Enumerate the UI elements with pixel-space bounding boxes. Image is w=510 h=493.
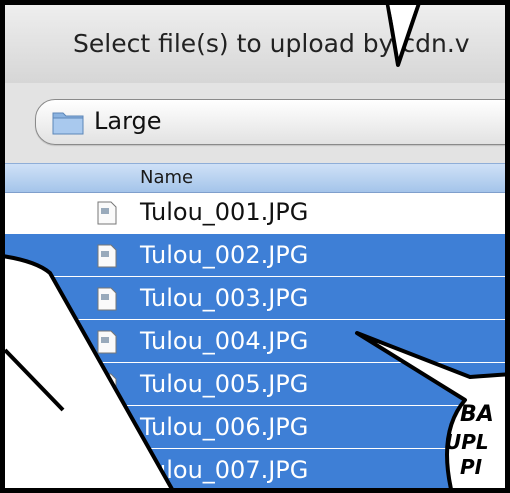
file-icon	[97, 201, 117, 225]
file-row[interactable]: Tulou_006.JPG	[5, 406, 505, 449]
file-icon	[97, 373, 117, 397]
file-name: Tulou_001.JPG	[140, 198, 309, 226]
file-icon	[97, 287, 117, 311]
comic-panel: Select file(s) to upload by cdn.v Large …	[0, 0, 510, 493]
caption-line: UPL	[445, 430, 489, 454]
file-row[interactable]: Tulou_003.JPG	[5, 277, 505, 320]
file-name: Tulou_006.JPG	[140, 413, 309, 441]
caption-line: PI	[460, 455, 483, 479]
file-row[interactable]: Tulou_001.JPG	[5, 191, 505, 234]
caption-line: BA	[460, 402, 494, 427]
path-bar: Large	[5, 83, 505, 163]
file-name: Tulou_004.JPG	[140, 327, 309, 355]
file-icon	[97, 416, 117, 440]
dialog-title: Select file(s) to upload by cdn.v	[73, 29, 470, 58]
comic-caption: BA	[460, 403, 494, 427]
column-header-label: Name	[140, 167, 194, 188]
folder-icon	[52, 112, 84, 135]
file-row[interactable]: Tulou_002.JPG	[5, 234, 505, 277]
file-row[interactable]: Tulou_005.JPG	[5, 363, 505, 406]
window-titlebar: Select file(s) to upload by cdn.v	[5, 5, 505, 84]
comic-caption: PI	[460, 455, 482, 479]
file-icon	[97, 244, 117, 268]
file-name: Tulou_003.JPG	[140, 284, 309, 312]
file-name: Tulou_002.JPG	[140, 241, 309, 269]
location-popup-button[interactable]: Large	[35, 99, 505, 145]
file-row[interactable]: Tulou_007.JPG	[5, 449, 505, 488]
file-icon	[97, 459, 117, 483]
file-list: Tulou_001.JPG Tulou_002.JPG Tulou_003.JP…	[5, 191, 505, 488]
file-name: Tulou_005.JPG	[140, 370, 309, 398]
location-label: Large	[94, 107, 162, 135]
file-icon	[97, 330, 117, 354]
file-name: Tulou_007.JPG	[140, 456, 309, 484]
column-header-name[interactable]: Name	[5, 163, 505, 193]
file-row[interactable]: Tulou_004.JPG	[5, 320, 505, 363]
comic-caption: UPL	[445, 430, 489, 454]
